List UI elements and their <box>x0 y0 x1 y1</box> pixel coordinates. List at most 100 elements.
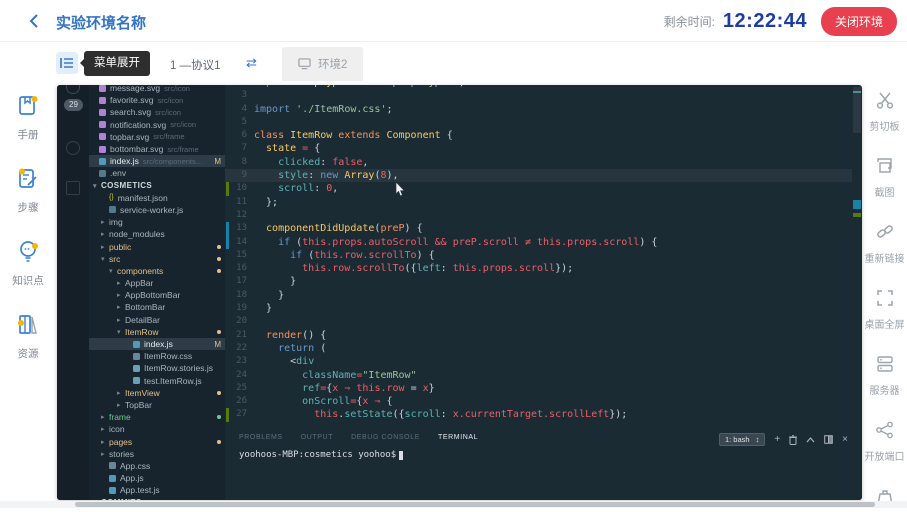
explorer-file-row[interactable]: App.css <box>89 460 225 472</box>
explorer-folder-row[interactable]: ▸stories <box>89 448 225 460</box>
explorer-folder-row[interactable]: ▸pages <box>89 435 225 447</box>
terminal-shell-select[interactable]: 1: bash↕ <box>719 433 765 446</box>
extensions-icon[interactable] <box>66 181 80 195</box>
line-number: 11 <box>225 196 247 209</box>
explorer-file-row[interactable]: test.ItemRow.js <box>89 375 225 387</box>
css-file-icon <box>109 462 116 469</box>
explorer-folder-row[interactable]: ▸ItemView <box>89 387 225 399</box>
sidebar-item-manual-book-icon[interactable]: 手册 <box>15 92 41 142</box>
panel-tab-output[interactable]: OUTPUT <box>301 434 333 441</box>
close-panel-icon[interactable]: × <box>842 435 848 445</box>
remote-desktop-vscode[interactable]: 29 message.svgsrc/iconfavorite.svgsrc/ic… <box>57 85 862 500</box>
toolbar-item-relink-chain-icon[interactable]: 重新链接 <box>865 222 905 265</box>
explorer-file-row[interactable]: App.test.js <box>89 484 225 496</box>
kill-terminal-icon[interactable] <box>789 435 797 445</box>
swap-env-icon[interactable]: ⇄ <box>246 55 257 71</box>
scrollbar-thumb[interactable] <box>853 87 861 133</box>
explorer-folder-row[interactable]: ▸DetailBar <box>89 314 225 326</box>
vscode-panel: PROBLEMS OUTPUT DEBUG CONSOLE TERMINAL 1: b… <box>225 430 862 500</box>
file-name: App.js <box>120 473 144 483</box>
explorer-folder-row[interactable]: ▸AppBottomBar <box>89 289 225 301</box>
code-text: if (this.props.autoScroll && preP.scroll… <box>247 236 657 249</box>
file-name: message.svg <box>110 85 160 93</box>
back-icon[interactable] <box>26 12 44 30</box>
panel-tab-problems[interactable]: PROBLEMS <box>239 434 283 441</box>
js2-file-icon <box>133 377 140 384</box>
explorer-folder-row[interactable]: ▸AppBar <box>89 277 225 289</box>
sidebar-item-label: 知识点 <box>12 273 44 288</box>
menu-expand-icon <box>59 55 75 71</box>
code-text: if (this.row.scrollTo) { <box>247 249 435 262</box>
explorer-section-header[interactable]: ▸COMMITS <box>89 496 225 500</box>
tab-env-2[interactable]: 环境2 <box>282 47 363 81</box>
vscode-explorer[interactable]: message.svgsrc/iconfavorite.svgsrc/icons… <box>89 85 225 500</box>
explorer-file-row[interactable]: {}manifest.json <box>89 192 225 204</box>
panel-tab-terminal[interactable]: TERMINAL <box>438 434 478 441</box>
file-name: node_modules <box>109 229 165 239</box>
toolbar-item-label: 开放端口 <box>865 448 905 463</box>
vscode-code-editor[interactable]: 2import PropTypes from 'prop-types';34im… <box>225 85 852 430</box>
editor-scrollbar[interactable] <box>852 85 862 430</box>
gutter-change-mark <box>226 408 229 421</box>
code-text: state = { <box>247 142 320 155</box>
explorer-file-row[interactable]: .env <box>89 167 225 179</box>
code-line: 19 } <box>225 302 852 315</box>
sidebar-item-knowledge-bulb-icon[interactable]: 知识点 <box>12 238 44 288</box>
close-env-button[interactable]: 关闭环境 <box>821 7 897 36</box>
file-name: img <box>109 217 123 227</box>
sidebar-item-resources-cabinet-icon[interactable]: 资源 <box>15 311 41 361</box>
explorer-folder-row[interactable]: ▸TopBar <box>89 399 225 411</box>
explorer-file-row[interactable]: favorite.svgsrc/icon <box>89 94 225 106</box>
explorer-folder-row[interactable]: ▸img <box>89 216 225 228</box>
file-name: src <box>109 254 120 264</box>
terminal[interactable]: yoohoos-MBP:cosmetics yoohoo$ <box>239 450 403 460</box>
explorer-file-row[interactable]: bottombar.svgsrc/frame <box>89 143 225 155</box>
code-text: className="ItemRow" <box>247 369 417 382</box>
explorer-folder-row[interactable]: ▸node_modules <box>89 228 225 240</box>
explorer-file-row[interactable]: search.svgsrc/icon <box>89 106 225 118</box>
explorer-file-row[interactable]: ItemRow.css <box>89 350 225 362</box>
split-terminal-icon[interactable] <box>824 435 833 444</box>
sidebar-item-steps-clipboard-icon[interactable]: 步骤 <box>15 165 41 215</box>
js-file-icon <box>133 341 140 348</box>
code-line: 15 if (this.row.scrollTo) { <box>225 249 852 262</box>
explorer-folder-row[interactable]: ▾src <box>89 253 225 265</box>
toolbar-item-open-ports-icon[interactable]: 开放端口 <box>865 420 905 463</box>
file-path: src/frame <box>167 145 198 154</box>
explorer-file-row[interactable]: topbar.svgsrc/frame <box>89 131 225 143</box>
js-file-icon <box>109 487 116 494</box>
explorer-file-row[interactable]: notification.svgsrc/icon <box>89 119 225 131</box>
explorer-file-row[interactable]: index.jsM <box>89 338 225 350</box>
menu-expand-button[interactable] <box>56 52 78 74</box>
hscrollbar-thumb[interactable] <box>75 502 875 507</box>
explorer-file-row[interactable]: ItemRow.stories.js <box>89 362 225 374</box>
explorer-folder-row[interactable]: ▸frame <box>89 411 225 423</box>
explorer-folder-row[interactable]: ▾components <box>89 265 225 277</box>
explorer-file-row[interactable]: message.svgsrc/icon <box>89 85 225 94</box>
vscode-activity-bar[interactable]: 29 <box>57 85 89 500</box>
explorer-folder-row[interactable]: ▸public <box>89 240 225 252</box>
panel-tab-debug-console[interactable]: DEBUG CONSOLE <box>351 434 420 441</box>
new-terminal-icon[interactable]: + <box>774 435 780 445</box>
tree-arrow-icon: ▸ <box>101 218 109 226</box>
code-text: import './ItemRow.css'; <box>247 103 393 116</box>
explorer-file-row[interactable]: App.js <box>89 472 225 484</box>
file-name: topbar.svg <box>110 132 149 142</box>
debug-icon[interactable] <box>66 141 80 155</box>
line-number: 17 <box>225 275 247 288</box>
code-text: componentDidUpdate(preP) { <box>247 222 423 235</box>
toolbar-item-screenshot-icon[interactable]: 截图 <box>875 156 895 199</box>
toolbar-item-cleanup-icon[interactable]: 环境清理 <box>865 486 905 512</box>
explorer-folder-row[interactable]: ▸BottomBar <box>89 301 225 313</box>
modified-dot <box>217 415 221 419</box>
explorer-file-row[interactable]: service-worker.js <box>89 204 225 216</box>
explorer-file-row[interactable]: index.jssrc/components…M <box>89 155 225 167</box>
toolbar-item-clipboard-scissors-icon[interactable]: 剪切板 <box>870 90 900 133</box>
explorer-folder-row[interactable]: ▸icon <box>89 423 225 435</box>
toolbar-item-fullscreen-icon[interactable]: 桌面全屏 <box>865 288 905 331</box>
maximize-panel-icon[interactable] <box>806 437 815 443</box>
horizontal-scrollbar[interactable] <box>0 501 907 508</box>
toolbar-item-server-icon[interactable]: 服务器 <box>870 354 900 397</box>
explorer-section-header[interactable]: ▾COSMETICS <box>89 180 225 192</box>
explorer-folder-row[interactable]: ▾ItemRow <box>89 326 225 338</box>
